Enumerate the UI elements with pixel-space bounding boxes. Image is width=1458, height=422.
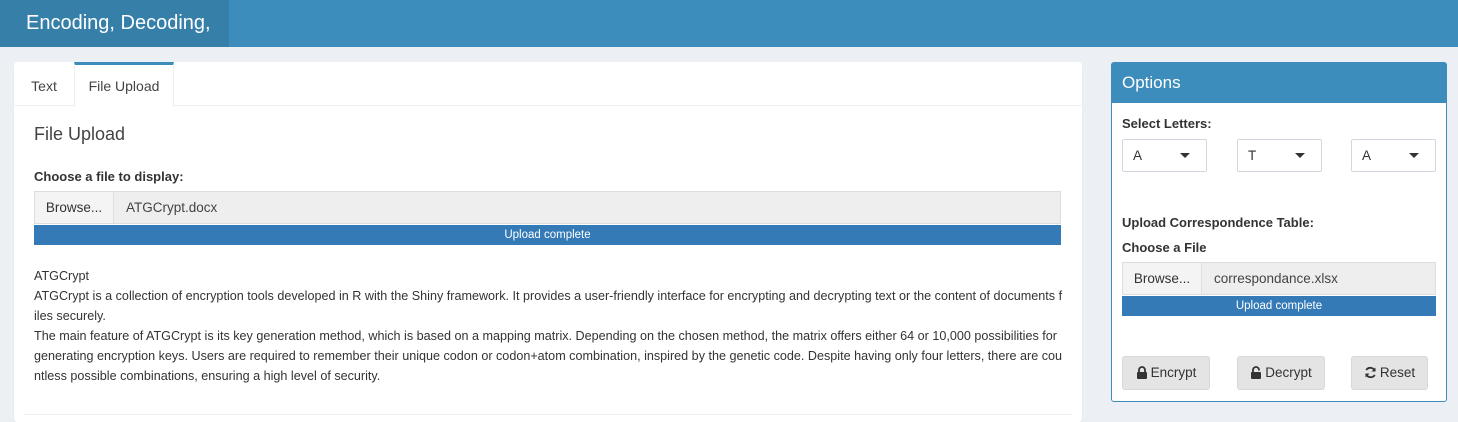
desc-title: ATGCrypt xyxy=(34,269,90,283)
tab-bar: Text File Upload xyxy=(14,62,1082,107)
refresh-icon xyxy=(1365,366,1376,379)
file-input-label: Choose a file to display: xyxy=(34,169,184,184)
progress-text: Upload complete xyxy=(1235,300,1323,312)
progress-text: Upload complete xyxy=(504,229,591,241)
section-heading: File Upload xyxy=(34,124,126,144)
tab-text[interactable]: Text xyxy=(14,62,74,106)
desc-paragraph: ATGCrypt is a collection of encryption t… xyxy=(34,289,1063,323)
desc-paragraph: The main feature of ATGCrypt is its key … xyxy=(34,329,1063,383)
reset-label: Reset xyxy=(1379,365,1416,380)
lock-icon xyxy=(1136,366,1147,379)
letter-select-1[interactable]: A xyxy=(1122,139,1207,172)
letter-select-value: A xyxy=(1362,148,1372,163)
choose-file-label: Choose a File xyxy=(1122,240,1207,255)
caret-down-icon xyxy=(1180,153,1190,158)
letter-select-2[interactable]: T xyxy=(1237,139,1322,172)
table-upload-progress-bar: Upload complete xyxy=(1122,296,1436,316)
browse-button[interactable]: Browse... xyxy=(35,192,114,223)
encrypt-button[interactable]: Encrypt xyxy=(1122,356,1210,390)
upload-progress-bar: Upload complete xyxy=(34,225,1061,245)
caret-down-icon xyxy=(1409,153,1419,158)
file-name-display[interactable]: ATGCrypt.docx xyxy=(126,192,217,223)
letter-select-value: T xyxy=(1248,148,1257,163)
table-file-input: Browse... correspondance.xlsx xyxy=(1122,262,1436,295)
divider xyxy=(24,414,1072,415)
decrypt-label: Decrypt xyxy=(1265,365,1312,380)
select-letters-label: Select Letters: xyxy=(1122,116,1212,131)
unlock-icon xyxy=(1251,366,1262,379)
browse-button[interactable]: Browse... xyxy=(1123,263,1202,294)
tab-file-upload[interactable]: File Upload xyxy=(74,62,174,107)
options-title: Options xyxy=(1112,63,1446,103)
reset-button[interactable]: Reset xyxy=(1351,356,1428,390)
file-input: Browse... ATGCrypt.docx xyxy=(34,191,1061,224)
upload-table-label: Upload Correspondence Table: xyxy=(1122,215,1314,230)
tab-box: Text File Upload File Upload Choose a fi… xyxy=(14,62,1082,422)
options-box: Options Select Letters: A T A Upload Cor… xyxy=(1111,62,1447,402)
letter-select-value: A xyxy=(1133,148,1143,163)
top-navbar: Encoding, Decoding, xyxy=(0,0,1458,47)
encrypt-label: Encrypt xyxy=(1150,365,1197,380)
decrypt-button[interactable]: Decrypt xyxy=(1237,356,1325,390)
letter-select-3[interactable]: A xyxy=(1351,139,1436,172)
file-content-display: ATGCrypt ATGCrypt is a collection of enc… xyxy=(34,266,1064,386)
file-name-display[interactable]: correspondance.xlsx xyxy=(1214,263,1338,294)
caret-down-icon xyxy=(1295,153,1305,158)
app-title: Encoding, Decoding, xyxy=(0,0,229,47)
